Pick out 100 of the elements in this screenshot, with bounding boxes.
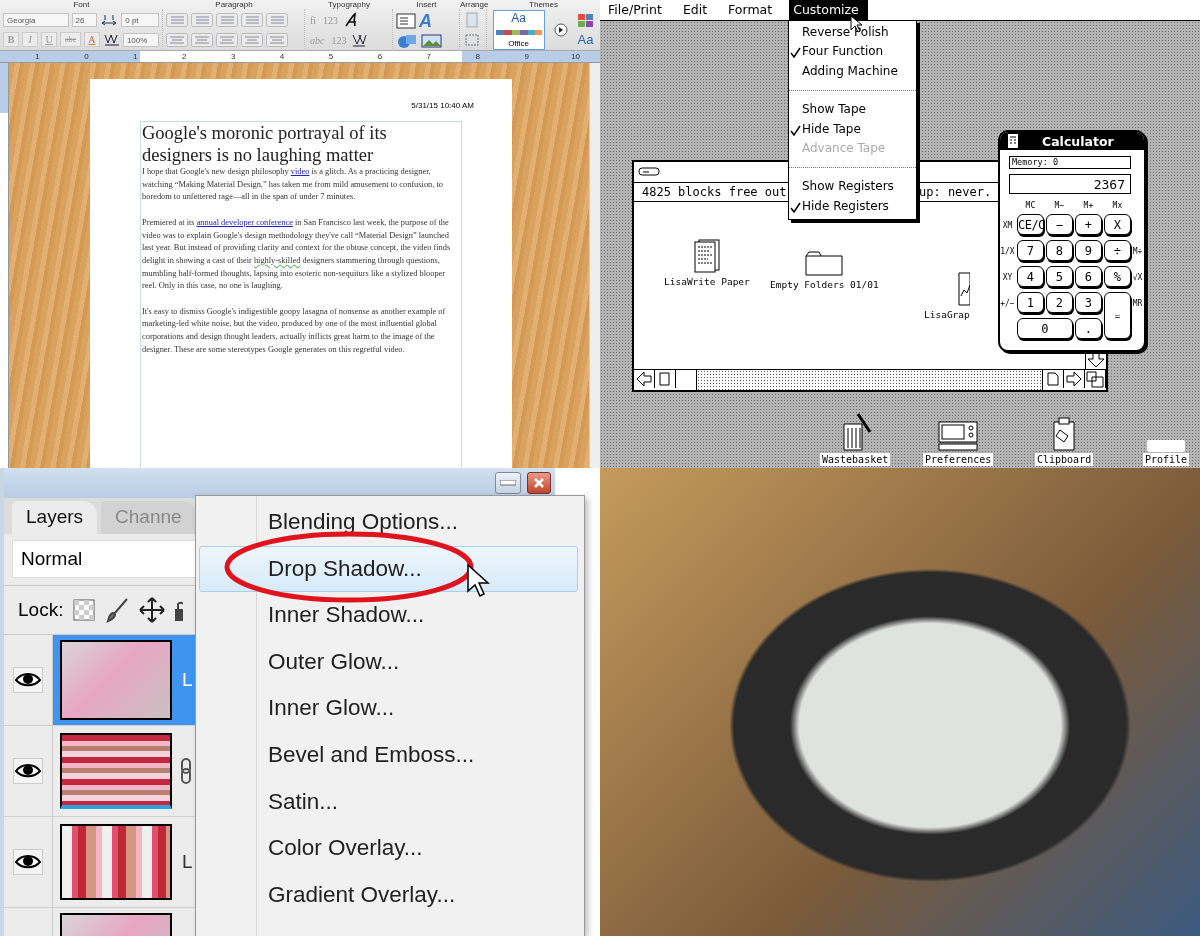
scrollbar[interactable] (589, 63, 600, 468)
calculator-key[interactable]: 0 (1016, 318, 1073, 339)
move-icon[interactable] (139, 597, 166, 623)
panel-tab[interactable]: Layers (12, 501, 98, 534)
desktop-icon-label[interactable]: Profile (1143, 453, 1190, 466)
desktop-icon-label[interactable]: LisaGrap (924, 272, 970, 320)
key-label: 1/X (1000, 246, 1015, 256)
calculator-key[interactable]: 8 (1045, 240, 1073, 261)
desktop-icon-label[interactable]: Preferences (923, 453, 994, 466)
theme-fonts-button[interactable]: Aa (577, 32, 594, 47)
desktop-icon-label[interactable]: Wastebasket (820, 453, 891, 466)
calculator-key[interactable]: 7 (1016, 240, 1044, 261)
menu-option[interactable]: Outer Glow... (199, 638, 578, 686)
theme-sample-text: Aa (511, 12, 526, 25)
eye-icon[interactable] (13, 849, 43, 875)
calculator-key[interactable]: 4 (1016, 266, 1044, 287)
ruler-number: 8 (474, 51, 481, 62)
key-label: MR (1131, 298, 1144, 308)
font-size-field[interactable]: 26 (71, 12, 98, 27)
color-grid-icon[interactable] (576, 13, 595, 29)
scale-field[interactable]: 100% (122, 32, 159, 47)
menu-option[interactable]: Gradient Overlay... (199, 871, 578, 919)
calculator-key[interactable]: − (1045, 214, 1073, 235)
calculator-key[interactable]: ÷ (1103, 240, 1131, 261)
lock-icon[interactable] (175, 599, 184, 621)
menu-option[interactable]: Show Registers (789, 177, 916, 197)
menu-item[interactable]: Customize (789, 0, 868, 20)
menu-option[interactable]: Color Overlay... (199, 825, 578, 872)
calculator-key[interactable]: X (1103, 214, 1131, 235)
calculator-key[interactable]: 6 (1074, 266, 1102, 287)
close-icon (533, 477, 545, 489)
picture-icon[interactable] (421, 32, 443, 49)
desktop-icon-label[interactable]: Empty Folders 01/01 (770, 250, 879, 290)
hyperlink[interactable]: video (290, 167, 310, 176)
menu-option[interactable]: Inner Shadow... (199, 592, 578, 639)
more-themes-icon[interactable] (553, 23, 568, 37)
memory-key-label[interactable]: MC (1016, 200, 1044, 212)
clipboard-icon[interactable] (1052, 416, 1077, 452)
calculator-key[interactable]: . (1074, 318, 1102, 339)
minimize-button[interactable] (495, 472, 521, 494)
calculator-key[interactable]: = (1103, 292, 1131, 339)
chart-document-icon[interactable] (957, 272, 970, 306)
hyperlink[interactable]: annual developer conference (196, 217, 293, 227)
menu-option[interactable]: Hide Registers (789, 196, 916, 217)
character-spacing-icon[interactable] (100, 12, 119, 27)
body-paragraph: Premiered at its annual developer conference in San Francisco last week, the purpose of the video was to explain Google's design methodology they've call “Material Design” launched last year. But instead of providing clarity and context for the obtuse concept, the video finds delight in showing a cast of their highly-skilled designers stammering through questions, mumbling half-formed thoughts, lapsing into esoteric non-sequiturs like a stylized blooper reel. Only in this case, no one is laughing. (142, 216, 452, 293)
font-field[interactable]: Georgia (3, 12, 69, 27)
ruler-number: 10 (570, 51, 582, 62)
ruler-number: 7 (425, 51, 433, 62)
spacing-field[interactable]: 0 pt (121, 12, 159, 27)
desktop-icon-label[interactable]: LisaWrite Paper (664, 239, 750, 287)
scale-icon[interactable] (103, 32, 120, 47)
close-button[interactable] (527, 472, 551, 494)
text-box-icon[interactable] (396, 12, 416, 29)
lock-transparency-icon[interactable] (73, 599, 96, 621)
theme-colors-icon (495, 29, 542, 35)
menu-option[interactable]: Satin... (199, 778, 578, 826)
calculator-key[interactable]: + (1074, 214, 1102, 235)
layer-name: L (182, 669, 193, 691)
layer-name: L (182, 851, 193, 873)
menu-option[interactable]: Bevel and Emboss... (199, 731, 578, 779)
status-text: 4825 blocks free out (642, 185, 787, 199)
desktop-icon-label[interactable]: Clipboard (1035, 453, 1094, 466)
body-paragraph: I hope that Google's new design philosophy video is a glitch. As a practicing designer, watching “Making Material Design,” has taken me from mild amusement to confusion, to boredom to unfettered rage—all in the span of under 7 minutes. (142, 166, 444, 204)
calculator-key[interactable]: 9 (1074, 240, 1102, 261)
ruler-number: 4 (278, 51, 286, 62)
memory-key-label[interactable]: Mx (1103, 200, 1131, 212)
calculator-key[interactable]: 2 (1045, 292, 1073, 313)
memory-key-label[interactable]: M− (1045, 200, 1073, 212)
menu-option[interactable]: Adding Machine (789, 61, 916, 82)
menu-option[interactable]: Hide Tape (789, 119, 916, 140)
eye-icon[interactable] (13, 667, 43, 693)
folder-icon[interactable] (805, 250, 844, 276)
group-label: Typography (328, 0, 370, 9)
document-stack-icon[interactable] (693, 239, 720, 273)
preferences-icon[interactable] (938, 418, 979, 452)
brush-icon[interactable] (105, 597, 130, 623)
calculator-key[interactable]: 3 (1074, 292, 1102, 313)
menu-option[interactable]: Four Function (789, 42, 916, 62)
shapes-icon[interactable] (396, 32, 418, 49)
right-arrow-icon[interactable] (1064, 370, 1085, 388)
menu-option[interactable]: Drop Shadow... (199, 545, 578, 593)
calculator-key[interactable]: % (1103, 266, 1131, 287)
menu-item[interactable]: Format (724, 0, 782, 20)
menu-item[interactable]: File/Print (604, 0, 671, 20)
menu-option[interactable]: Show Tape (789, 100, 916, 120)
theme-thumbnail[interactable]: Aa Office (492, 10, 545, 50)
eye-icon[interactable] (13, 758, 43, 784)
menu-item[interactable]: Edit (678, 0, 717, 20)
ruler-number: 2 (181, 51, 188, 62)
memory-key-label[interactable]: M+ (1074, 200, 1102, 212)
calculator-key[interactable]: 5 (1045, 266, 1073, 287)
resize-icon[interactable] (1085, 370, 1106, 388)
menu-option[interactable]: Inner Glow... (199, 685, 578, 732)
group-label: Paragraph (215, 0, 253, 9)
menu-option[interactable]: Reverse Polish (789, 23, 916, 43)
menu-option[interactable]: Blending Options... (199, 499, 578, 546)
calculator-key[interactable]: 1 (1016, 292, 1044, 313)
document-timestamp: 5/31/15 10:40 AM (410, 101, 475, 112)
left-arrow-icon[interactable] (634, 370, 655, 388)
